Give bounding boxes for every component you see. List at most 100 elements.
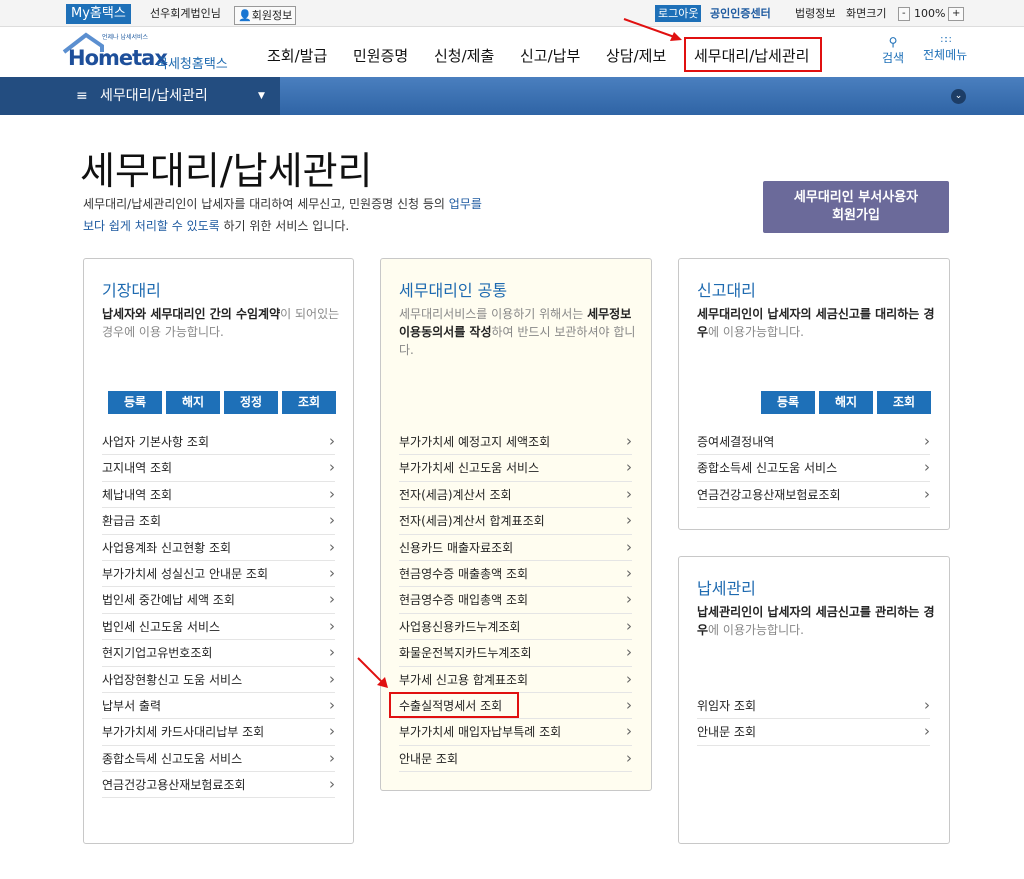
page-title: 세무대리/납세관리 [80,149,373,193]
highlight-box [389,692,519,718]
nav-certificate[interactable]: 민원증명 [353,45,408,66]
list-item-link[interactable]: 사업용신용카드누계조회 [399,613,632,641]
list-item-link[interactable]: 부가가치세 성실신고 안내문 조회 [102,560,335,588]
card-buttons: 등록 해지 조회 [761,391,931,414]
list-item-link[interactable]: 납부서 출력 [102,692,335,720]
breadcrumb-bar: ≡ 세무대리/납세관리 ▼ ⌄ [0,77,1024,115]
list-item-link[interactable]: 종합소득세 신고도움 서비스 [697,454,930,482]
top-utility-bar: My홈택스 선우회계법인님 👤회원정보 로그아웃 공인인증센터 법령정보 화면크… [0,0,1024,27]
card-title: 세무대리인 공통 [399,281,508,300]
nav-application[interactable]: 신청/제출 [434,45,494,66]
list-item-link[interactable]: 체납내역 조회 [102,481,335,509]
logo-tagline: 언제나 납세서비스 [102,34,149,41]
desc-text: 에 이용가능합니다. [708,623,804,637]
desc-text: 세무대리서비스를 이용하기 위해서는 [399,307,588,321]
list-item-link[interactable]: 화물운전복지카드누계조회 [399,639,632,667]
law-info-link[interactable]: 법령정보 [795,5,835,22]
highlight-box [684,37,822,72]
list-item-link[interactable]: 부가가치세 신고도움 서비스 [399,454,632,482]
list-item-link[interactable]: 종합소득세 신고도움 서비스 [102,745,335,773]
list-item-link[interactable]: 사업자 기본사항 조회 [102,428,335,456]
zoom-in-button[interactable]: + [948,7,965,21]
list-item-link[interactable]: 사업용계좌 신고현황 조회 [102,534,335,561]
list-item-link[interactable]: 현금영수증 매입총액 조회 [399,586,632,614]
zoom-level: 100% [914,7,946,20]
member-info-button[interactable]: 👤회원정보 [234,6,297,25]
cert-center-link[interactable]: 공인인증센터 [710,5,771,22]
card-link-list: 사업자 기본사항 조회고지내역 조회체납내역 조회환급금 조회사업용계좌 신고현… [102,428,335,799]
all-menu-button[interactable]: ∷∷ 전체메뉴 [923,35,967,63]
card-link-list: 위임자 조회안내문 조회 [697,692,930,746]
intro-emphasis: 업무를 [448,197,482,211]
logo-korean: 국세청홈택스 [156,57,228,72]
breadcrumb-label: 세무대리/납세관리 [100,88,208,104]
card-desc: 납세자와 세무대리인 간의 수임계약이 되어있는 경우에 이용 가능합니다. [102,305,342,341]
list-item-link[interactable]: 부가가치세 카드사대리납부 조회 [102,718,335,746]
list-item-link[interactable]: 법인세 신고도움 서비스 [102,613,335,641]
list-item-link[interactable]: 안내문 조회 [697,718,930,746]
inquiry-button[interactable]: 조회 [282,391,336,414]
search-label: 검색 [882,51,905,65]
list-item-link[interactable]: 환급금 조회 [102,507,335,535]
main-header: 언제나 납세서비스 Hometax 국세청홈택스 조회/발급 민원증명 신청/제… [0,27,1024,77]
signup-label: 세무대리인 부서사용자 회원가입 [793,190,919,223]
menu-icon: ≡ [76,88,88,104]
card-buttons: 등록 해지 정정 조회 [108,391,336,414]
card-desc: 납세관리인이 납세자의 세금신고를 관리하는 경우에 이용가능합니다. [697,603,937,639]
card-link-list: 부가가치세 예정고지 세액조회부가가치세 신고도움 서비스전자(세금)계산서 조… [399,428,632,773]
list-item-link[interactable]: 현금영수증 매출총액 조회 [399,560,632,588]
red-arrow-icon [623,18,682,41]
search-button[interactable]: ⚲ 검색 [882,35,904,66]
inquiry-button[interactable]: 조회 [877,391,931,414]
card-link-list: 증여세결정내역종합소득세 신고도움 서비스연금건강고용산재보험료조회 [697,428,930,509]
list-item-link[interactable]: 법인세 중간예납 세액 조회 [102,586,335,614]
all-menu-label: 전체메뉴 [923,48,968,62]
dept-user-signup-button[interactable]: 세무대리인 부서사용자 회원가입 [763,181,949,233]
card-title: 신고대리 [697,281,756,300]
card-title: 기장대리 [102,281,161,300]
list-item-link[interactable]: 연금건강고용산재보험료조회 [697,481,930,509]
list-item-link[interactable]: 현지기업고유번호조회 [102,639,335,667]
caret-down-icon: ▼ [258,91,265,101]
list-item-link[interactable]: 부가가치세 예정고지 세액조회 [399,428,632,456]
register-button[interactable]: 등록 [108,391,162,414]
expand-chevron-icon[interactable]: ⌄ [951,89,966,104]
desc-text: 에 이용가능합니다. [708,325,804,339]
card-bookkeeping: 기장대리 납세자와 세무대리인 간의 수임계약이 되어있는 경우에 이용 가능합… [83,258,354,844]
list-item-link[interactable]: 고지내역 조회 [102,454,335,482]
intro-text: 세무대리/납세관리인이 납세자를 대리하여 세무신고, 민원증명 신청 등의 [83,197,449,211]
breadcrumb-dropdown[interactable]: ≡ 세무대리/납세관리 ▼ [0,77,280,115]
intro-emphasis: 보다 쉽게 처리할 수 있도록 [83,219,220,233]
desc-bold: 납세자와 세무대리인 간의 수임계약 [102,307,281,321]
list-item-link[interactable]: 안내문 조회 [399,745,632,773]
list-item-link[interactable]: 증여세결정내역 [697,428,930,456]
red-arrow-icon [357,657,388,688]
list-item-link[interactable]: 연금건강고용산재보험료조회 [102,771,335,799]
nav-inquiry[interactable]: 조회/발급 [267,45,327,66]
list-item-link[interactable]: 위임자 조회 [697,692,930,720]
zoom-out-button[interactable]: - [898,7,910,21]
correct-button[interactable]: 정정 [224,391,278,414]
grid-icon: ∷∷ [940,35,952,46]
cancel-button[interactable]: 해지 [819,391,873,414]
list-item-link[interactable]: 신용카드 매출자료조회 [399,534,632,561]
register-button[interactable]: 등록 [761,391,815,414]
user-name: 선우회계법인님 [150,7,221,20]
card-filing-agent: 신고대리 세무대리인이 납세자의 세금신고를 대리하는 경우에 이용가능합니다.… [678,258,950,530]
list-item-link[interactable]: 부가세 신고용 합계표조회 [399,666,632,693]
list-item-link[interactable]: 전자(세금)계산서 합계표조회 [399,507,632,535]
page-intro: 세무대리/납세관리인이 납세자를 대리하여 세무신고, 민원증명 신청 등의 업… [83,193,482,237]
nav-report-payment[interactable]: 신고/납부 [520,45,580,66]
logo-text: Hometax [68,46,168,70]
hometax-logo[interactable]: 언제나 납세서비스 Hometax 국세청홈택스 [62,32,237,74]
list-item-link[interactable]: 사업장현황신고 도움 서비스 [102,666,335,693]
list-item-link[interactable]: 전자(세금)계산서 조회 [399,481,632,509]
nav-consult[interactable]: 상담/제보 [606,45,666,66]
my-hometax-link[interactable]: My홈택스 [66,4,131,24]
card-title: 납세관리 [697,579,756,598]
card-desc: 세무대리서비스를 이용하기 위해서는 세무정보이용동의서를 작성하여 반드시 보… [399,305,639,359]
cancel-button[interactable]: 해지 [166,391,220,414]
card-tax-management: 납세관리 납세관리인이 납세자의 세금신고를 관리하는 경우에 이용가능합니다.… [678,556,950,844]
search-icon: ⚲ [888,35,898,49]
list-item-link[interactable]: 부가가치세 매입자납부특례 조회 [399,718,632,746]
